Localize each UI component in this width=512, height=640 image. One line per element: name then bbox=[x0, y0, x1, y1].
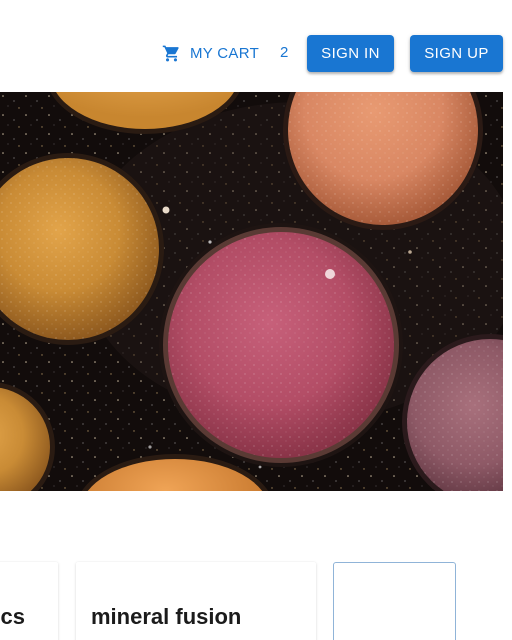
page: MY CART 2 SIGN IN SIGN UP cs mineral fus… bbox=[0, 0, 512, 640]
shopping-cart-icon bbox=[162, 45, 179, 61]
hero-image bbox=[0, 92, 503, 491]
product-title: cs bbox=[0, 604, 25, 629]
sign-up-label: SIGN UP bbox=[424, 45, 489, 62]
product-card[interactable] bbox=[333, 562, 456, 640]
product-card[interactable]: cs bbox=[0, 562, 58, 640]
sign-in-button[interactable]: SIGN IN bbox=[307, 35, 394, 72]
top-app-bar: MY CART 2 SIGN IN SIGN UP bbox=[0, 0, 512, 92]
sign-in-label: SIGN IN bbox=[321, 45, 380, 62]
cart-count-badge: 2 bbox=[280, 44, 289, 61]
sign-up-button[interactable]: SIGN UP bbox=[410, 35, 503, 72]
product-title: mineral fusion bbox=[91, 604, 242, 629]
my-cart-link[interactable]: MY CART bbox=[162, 42, 259, 64]
product-card[interactable]: mineral fusion bbox=[76, 562, 316, 640]
my-cart-label: MY CART bbox=[190, 44, 260, 62]
eyeshadow-palette-photo bbox=[0, 92, 503, 491]
